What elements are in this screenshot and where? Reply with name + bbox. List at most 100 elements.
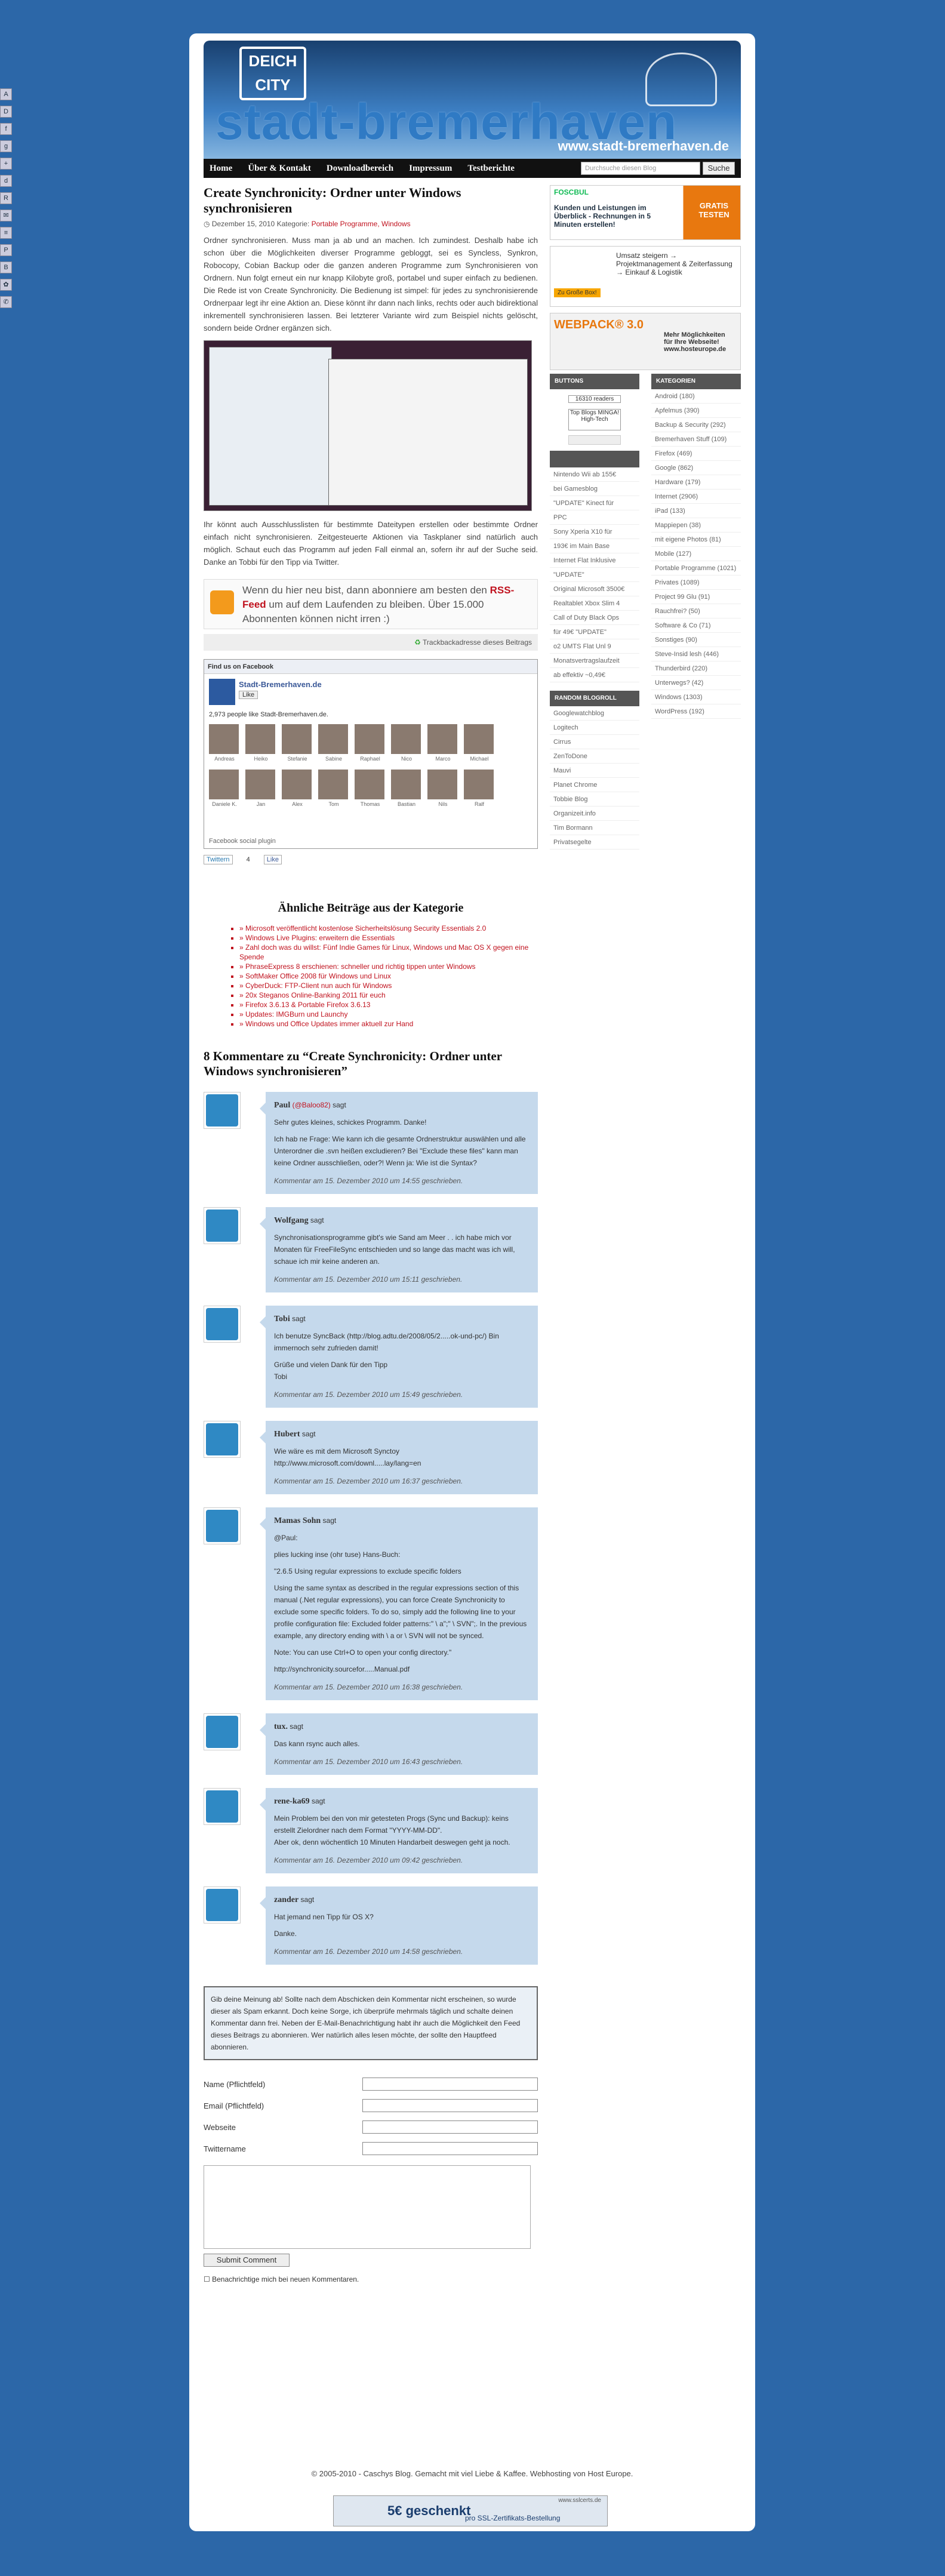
similar-item[interactable]: » Windows und Office Updates immer aktue… bbox=[239, 1019, 538, 1029]
similar-item[interactable]: » Windows Live Plugins: erweitern die Es… bbox=[239, 933, 538, 943]
trackback-link[interactable]: ♻ Trackbackadresse dieses Beitrags bbox=[204, 634, 538, 651]
blogroll-link[interactable]: Organizeit.info bbox=[550, 807, 639, 821]
fb-person[interactable]: Stefanie bbox=[282, 724, 313, 766]
category-link[interactable]: Internet (2906) bbox=[651, 490, 741, 504]
fb-person[interactable]: Ralf bbox=[464, 770, 495, 811]
fb-person[interactable]: Bastian bbox=[391, 770, 422, 811]
category-link[interactable]: Firefox (469) bbox=[651, 447, 741, 461]
share-icon[interactable]: f bbox=[0, 123, 12, 135]
category-links[interactable]: Portable Programme, Windows bbox=[312, 220, 411, 228]
nav-item[interactable]: Testberichte bbox=[467, 164, 515, 174]
similar-item[interactable]: » Zahl doch was du willst: Fünf Indie Ga… bbox=[239, 943, 538, 962]
fb-page-avatar[interactable] bbox=[209, 679, 235, 705]
author-name[interactable]: rene-ka69 bbox=[274, 1797, 310, 1806]
avatar[interactable] bbox=[204, 1207, 241, 1244]
nav-item[interactable]: Home bbox=[210, 164, 232, 174]
author-name[interactable]: zander bbox=[274, 1895, 298, 1904]
sidebar-link[interactable]: 193€ im Main Base bbox=[550, 539, 639, 553]
name-field[interactable] bbox=[362, 2078, 538, 2091]
fb-like-button[interactable]: Like bbox=[239, 691, 258, 699]
avatar[interactable] bbox=[204, 1421, 241, 1458]
similar-item[interactable]: » CyberDuck: FTP-Client nun auch für Win… bbox=[239, 981, 538, 990]
author-twitter[interactable]: (@Baloo82) bbox=[293, 1101, 331, 1109]
category-link[interactable]: Mappiepen (38) bbox=[651, 518, 741, 533]
website-field[interactable] bbox=[362, 2120, 538, 2134]
fb-person[interactable]: Tom bbox=[318, 770, 349, 811]
author-name[interactable]: tux. bbox=[274, 1722, 288, 1731]
category-link[interactable]: Thunderbird (220) bbox=[651, 661, 741, 676]
sidebar-link[interactable]: "UPDATE" Kinect für bbox=[550, 496, 639, 510]
share-icon[interactable]: B bbox=[0, 261, 12, 273]
category-link[interactable]: Mobile (127) bbox=[651, 547, 741, 561]
site-logo[interactable]: DEICH CITY bbox=[239, 47, 306, 100]
sidebar-link[interactable]: Original Microsoft 3500€ bbox=[550, 582, 639, 596]
share-icon[interactable]: ✿ bbox=[0, 279, 12, 291]
avatar[interactable] bbox=[204, 1507, 241, 1544]
category-link[interactable]: mit eigene Photos (81) bbox=[651, 533, 741, 547]
similar-item[interactable]: » PhraseExpress 8 erschienen: schneller … bbox=[239, 962, 538, 971]
category-link[interactable]: Hardware (179) bbox=[651, 475, 741, 490]
fb-person[interactable]: Heiko bbox=[245, 724, 276, 766]
ad-foscbul[interactable]: FOSCBUL Kunden und Leistungen im Überbli… bbox=[550, 185, 741, 240]
category-link[interactable]: Backup & Security (292) bbox=[651, 418, 741, 432]
sidebar-link[interactable]: Internet Flat Inklusive bbox=[550, 553, 639, 568]
similar-item[interactable]: » Firefox 3.6.13 & Portable Firefox 3.6.… bbox=[239, 1000, 538, 1010]
category-link[interactable]: iPad (133) bbox=[651, 504, 741, 518]
similar-item[interactable]: » Updates: IMGBurn und Launchy bbox=[239, 1010, 538, 1019]
sidebar-link[interactable]: Sony Xperia X10 für bbox=[550, 525, 639, 539]
fb-page-name[interactable]: Stadt-Bremerhaven.de bbox=[239, 680, 322, 689]
similar-item[interactable]: » Microsoft veröffentlicht kostenlose Si… bbox=[239, 924, 538, 933]
sidebar-link[interactable]: Call of Duty Black Ops bbox=[550, 611, 639, 625]
ad-webpack[interactable]: WEBPACK® 3.0 Mehr Möglichkeiten für Ihre… bbox=[550, 313, 741, 370]
topblogs-badge[interactable]: Top Blogs MINGA! High-Tech bbox=[568, 409, 621, 430]
nav-item[interactable]: Downloadbereich bbox=[327, 164, 393, 174]
fb-person[interactable]: Michael bbox=[464, 724, 495, 766]
share-icon[interactable]: R bbox=[0, 192, 12, 204]
ssl-banner[interactable]: www.sslcerts.de 5€ geschenkt pro SSL-Zer… bbox=[333, 2495, 608, 2526]
author-name[interactable]: Mamas Sohn bbox=[274, 1516, 321, 1525]
fb-person[interactable]: Marco bbox=[427, 724, 458, 766]
share-icon[interactable]: P bbox=[0, 244, 12, 256]
share-icon[interactable]: A bbox=[0, 88, 12, 100]
blogroll-link[interactable]: Privatsegelte bbox=[550, 835, 639, 850]
category-link[interactable]: Software & Co (71) bbox=[651, 618, 741, 633]
category-link[interactable]: Steve-Insid lesh (446) bbox=[651, 647, 741, 661]
blogroll-link[interactable]: Tobbie Blog bbox=[550, 792, 639, 807]
avatar[interactable] bbox=[204, 1713, 241, 1750]
fb-person[interactable]: Nico bbox=[391, 724, 422, 766]
category-link[interactable]: Project 99 Glu (91) bbox=[651, 590, 741, 604]
notify-checkbox[interactable]: ☐ bbox=[204, 2275, 210, 2283]
avatar[interactable] bbox=[204, 1886, 241, 1923]
author-name[interactable]: Wolfgang bbox=[274, 1216, 309, 1225]
sidebar-link[interactable]: Nintendo Wii ab 155€ bbox=[550, 467, 639, 482]
author-name[interactable]: Paul bbox=[274, 1101, 290, 1110]
blogroll-link[interactable]: Tim Bormann bbox=[550, 821, 639, 835]
fb-person[interactable]: Sabine bbox=[318, 724, 349, 766]
avatar[interactable] bbox=[204, 1788, 241, 1825]
share-icon[interactable]: d bbox=[0, 175, 12, 187]
share-icon[interactable]: + bbox=[0, 158, 12, 170]
similar-item[interactable]: » 20x Steganos Online-Banking 2011 für e… bbox=[239, 990, 538, 1000]
blogroll-link[interactable]: Googlewatchblog bbox=[550, 706, 639, 721]
category-link[interactable]: Sonstiges (90) bbox=[651, 633, 741, 647]
blogroll-link[interactable]: Planet Chrome bbox=[550, 778, 639, 792]
avatar[interactable] bbox=[204, 1306, 241, 1343]
category-link[interactable]: Unterwegs? (42) bbox=[651, 676, 741, 690]
search-input[interactable]: Durchsuche diesen Blog bbox=[581, 162, 700, 175]
twitter-button[interactable]: Twittern bbox=[204, 855, 233, 864]
fb-person[interactable]: Daniele K. bbox=[209, 770, 240, 811]
badge[interactable] bbox=[568, 435, 621, 445]
category-link[interactable]: Portable Programme (1021) bbox=[651, 561, 741, 575]
submit-button[interactable]: Submit Comment bbox=[204, 2254, 290, 2267]
blogroll-link[interactable]: ZenToDone bbox=[550, 749, 639, 764]
share-icon[interactable]: D bbox=[0, 106, 12, 118]
blogroll-link[interactable]: Logitech bbox=[550, 721, 639, 735]
fb-person[interactable]: Jan bbox=[245, 770, 276, 811]
category-link[interactable]: Bremerhaven Stuff (109) bbox=[651, 432, 741, 447]
fb-person[interactable]: Thomas bbox=[355, 770, 386, 811]
feed-counter[interactable]: 16310 readers bbox=[568, 395, 621, 403]
sidebar-link[interactable]: o2 UMTS Flat Unl 9 bbox=[550, 639, 639, 654]
category-link[interactable]: WordPress (192) bbox=[651, 704, 741, 719]
category-link[interactable]: Rauchfrei? (50) bbox=[651, 604, 741, 618]
nav-item[interactable]: Impressum bbox=[409, 164, 452, 174]
